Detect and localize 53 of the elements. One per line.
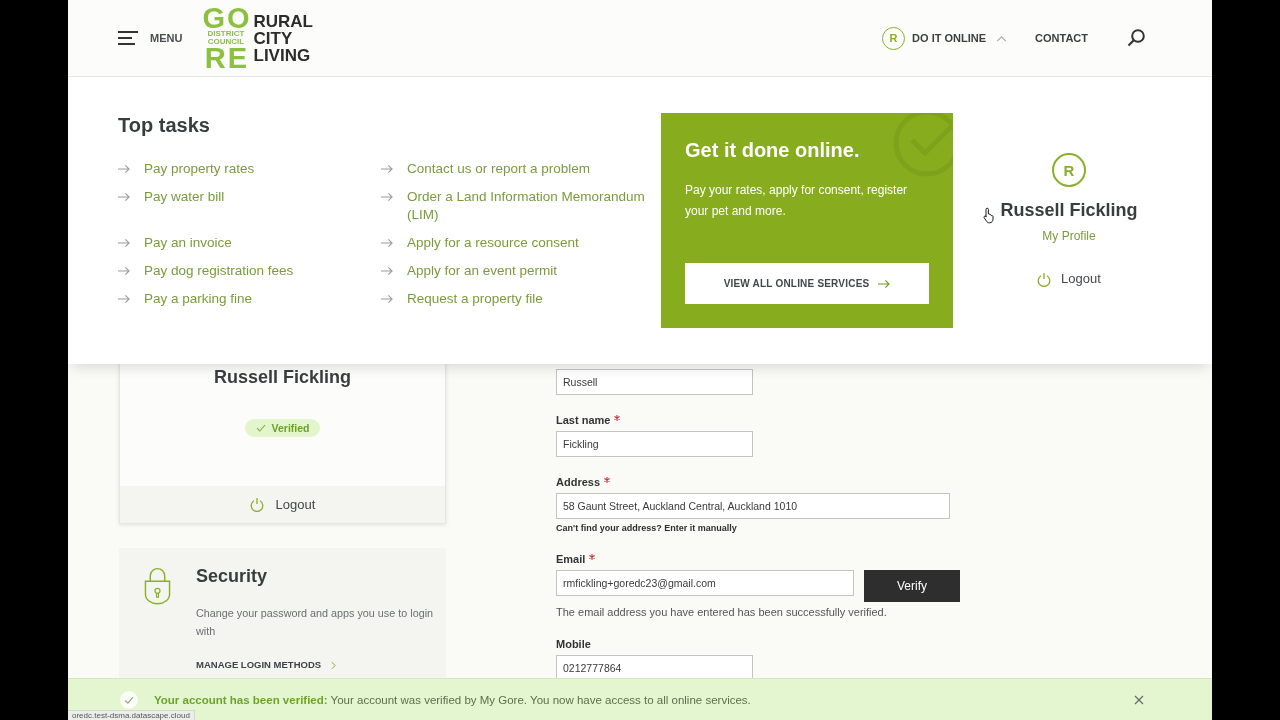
arrow-right-icon [381, 238, 393, 248]
avatar: R [1052, 153, 1086, 187]
close-icon [1134, 694, 1144, 705]
logout-button[interactable]: Logout [1037, 270, 1101, 288]
arrow-right-icon [381, 192, 393, 202]
link-url-preview: oredc.test-dsma.datascape.cloud [68, 710, 195, 720]
arrow-right-icon [381, 266, 393, 276]
user-name: Russell Fickling [1000, 199, 1138, 221]
chevron-right-icon [331, 660, 337, 670]
check-icon [255, 424, 266, 432]
text-input[interactable]: 58 Gaunt Street, Auckland Central, Auckland 1010 [556, 493, 950, 519]
notification-message: Your account has been verified: Your account was verified by My Gore. You now have access to all online services. [154, 693, 751, 706]
close-button[interactable] [1134, 694, 1144, 705]
section-heading: Security [196, 566, 269, 586]
view-services-button[interactable]: VIEW ALL ONLINE SERVICES [685, 263, 929, 304]
nav-link[interactable]: CONTACT [1035, 32, 1088, 44]
verify-button[interactable]: Verify [864, 570, 960, 602]
helper-text: Can't find your address? Enter it manually [556, 523, 738, 534]
security-description: Change your password and apps you use to login with [196, 606, 435, 639]
field-label: Address [556, 475, 601, 490]
promo-text: Pay your rates, apply for consent, register your pet and more. [685, 182, 909, 220]
arrow-right-icon [118, 294, 130, 304]
manage-login-link[interactable]: MANAGE LOGIN METHODS [196, 656, 337, 674]
field-label: Email [556, 552, 586, 567]
search-icon [1127, 29, 1145, 47]
arrow-right-icon [118, 266, 130, 276]
check-circle-icon [120, 690, 138, 709]
text-input[interactable]: Russell [556, 369, 753, 395]
hand-cursor-icon [983, 207, 995, 224]
arrow-right-icon [118, 238, 130, 248]
text-input[interactable]: Fickling [556, 431, 753, 457]
arrow-right-icon [878, 278, 891, 289]
power-icon [1037, 271, 1052, 287]
text-input[interactable]: 0212777864 [556, 655, 753, 678]
arrow-right-icon [381, 164, 393, 174]
padlock-icon [144, 566, 171, 606]
logout-button[interactable]: Logout [249, 497, 316, 512]
arrow-right-icon [118, 192, 130, 202]
menu-icon [118, 31, 138, 45]
section-heading: Top tasks [118, 113, 211, 137]
power-icon [249, 497, 264, 512]
arrow-right-icon [381, 294, 393, 304]
promo-heading: Get it done online. [685, 138, 861, 162]
search-button[interactable] [1127, 29, 1145, 47]
verified-text: Verified [271, 422, 310, 434]
field-label: Last name [556, 413, 611, 428]
arrow-right-icon [118, 164, 130, 174]
user-name: Russell Fickling [213, 366, 351, 389]
menu-button[interactable]: MENU [118, 31, 183, 45]
online-services-menu-button[interactable]: R DO IT ONLINE [882, 26, 1008, 50]
field-note: The email address you have entered has been successfully verified. [556, 605, 888, 619]
text-input[interactable]: rmfickling+goredc23@gmail.com [556, 570, 854, 596]
field-label: Mobile [556, 637, 591, 652]
